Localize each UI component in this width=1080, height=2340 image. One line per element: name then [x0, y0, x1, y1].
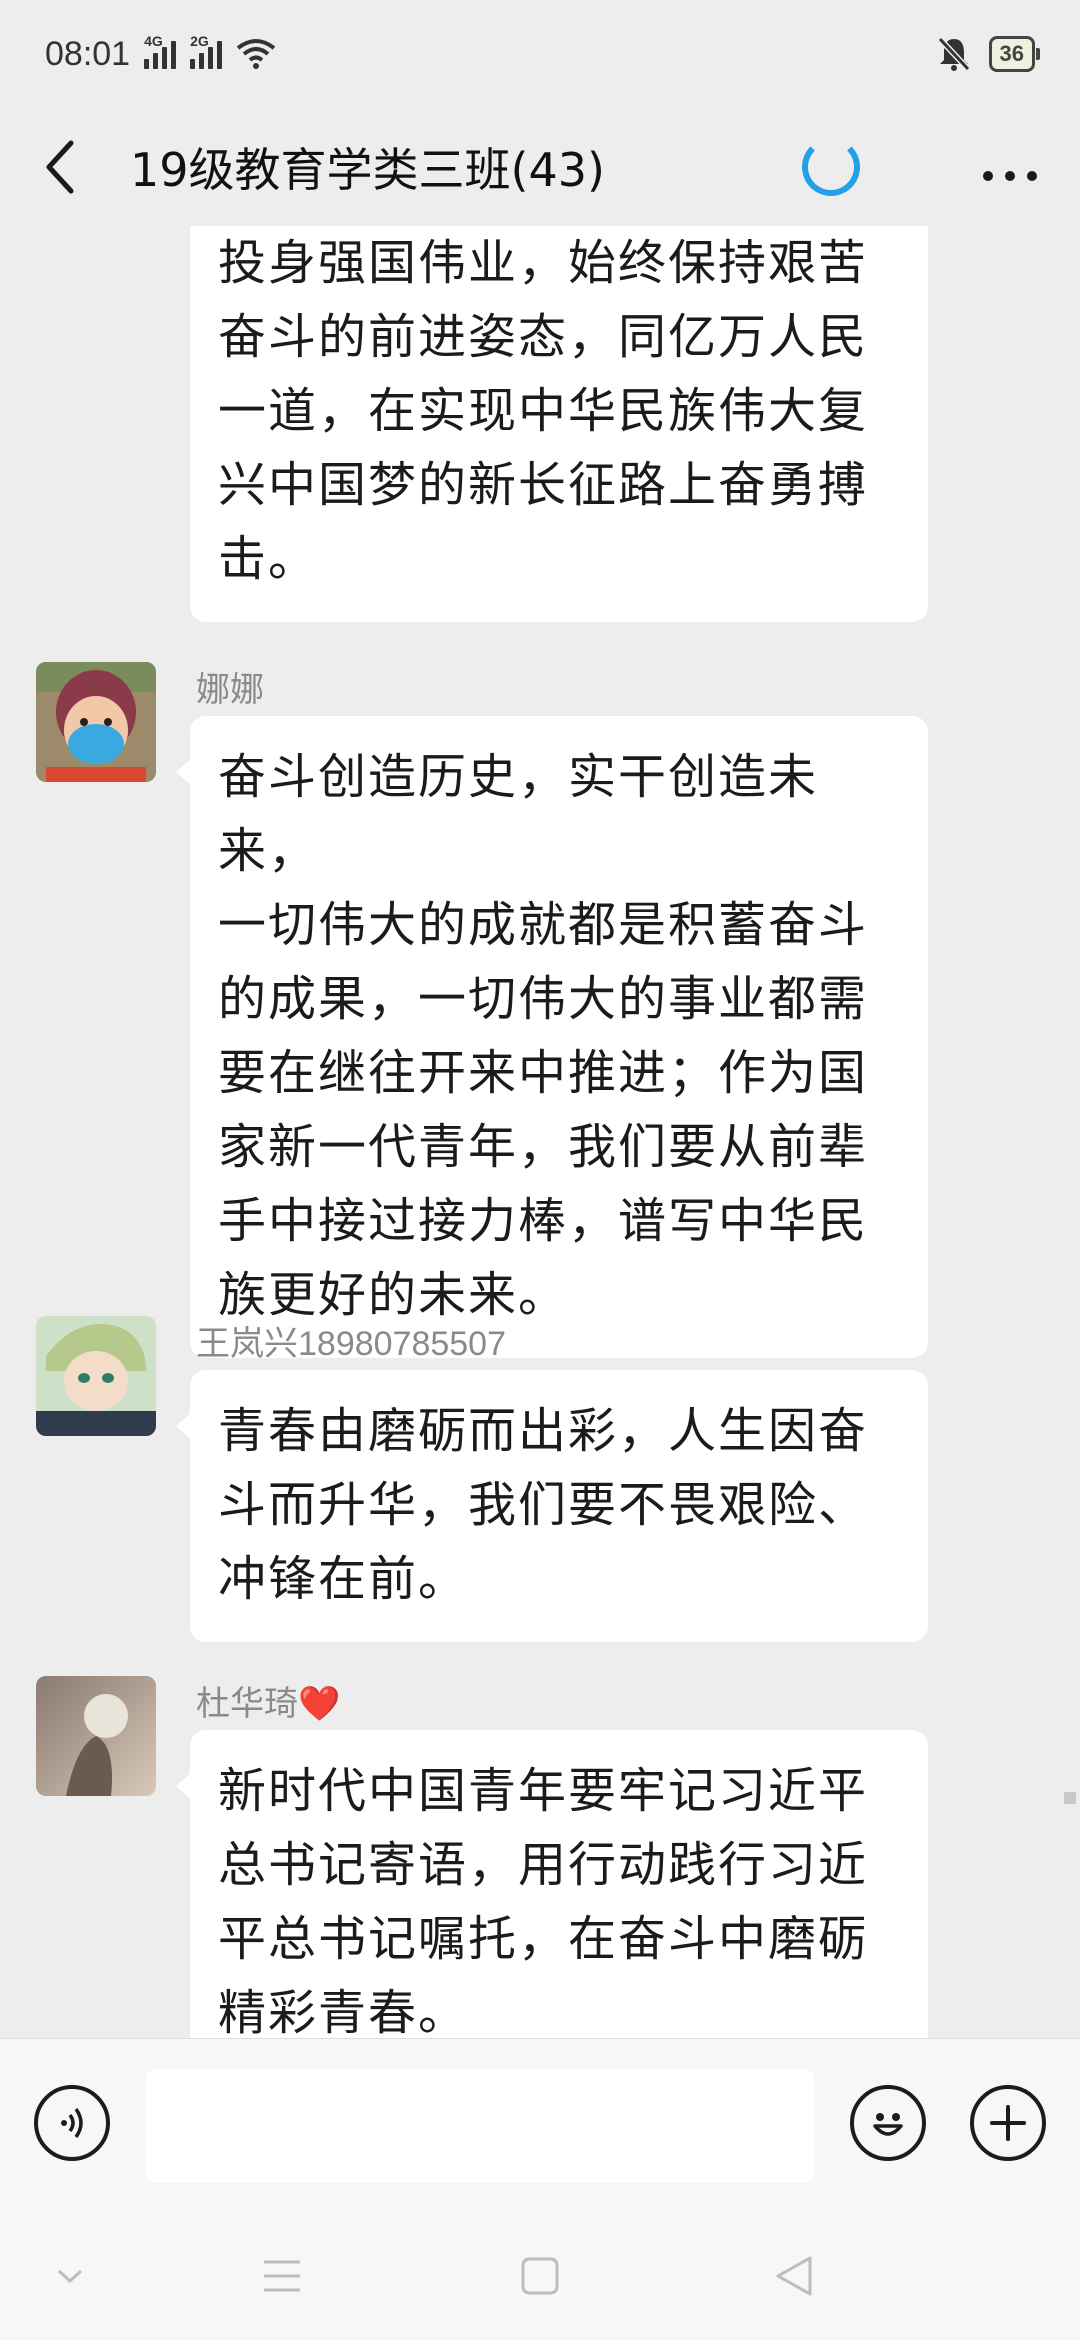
chevron-down-icon[interactable]: [50, 2248, 90, 2304]
message-line: 精彩青春。: [218, 1985, 469, 2038]
message-line: 投身强国伟业，始终保持艰苦: [218, 235, 869, 291]
signal-4g-icon: 4G: [144, 33, 177, 69]
back-arrow-icon[interactable]: [30, 137, 90, 197]
chat-message-list[interactable]: 投身强国伟业，始终保持艰苦 奋斗的前进姿态，同亿万人民 一道，在实现中华民族伟大…: [0, 226, 1080, 2038]
message-bubble[interactable]: 投身强国伟业，始终保持艰苦 奋斗的前进姿态，同亿万人民 一道，在实现中华民族伟大…: [190, 226, 928, 622]
chat-header: 19级教育学类三班(43): [0, 108, 1080, 226]
mute-bell-icon: [937, 36, 970, 72]
avatar[interactable]: [36, 662, 156, 782]
message-line: 击。: [218, 531, 319, 587]
avatar[interactable]: [36, 1676, 156, 1796]
message-line: 平总书记嘱托，在奋斗中磨砺: [218, 1911, 869, 1967]
more-options-icon[interactable]: [980, 142, 1040, 192]
message-line: 的成果，一切伟大的事业都需: [218, 971, 869, 1027]
message-line: 青春由磨砺而出彩，人生因奋: [218, 1403, 869, 1459]
plus-icon[interactable]: [970, 2085, 1046, 2161]
message-bubble[interactable]: 新时代中国青年要牢记习近平 总书记寄语，用行动践行习近 平总书记嘱托，在奋斗中磨…: [176, 1730, 928, 2038]
sender-name: 王岚兴18980785507: [196, 1325, 507, 1363]
battery-indicator: 36: [988, 36, 1041, 72]
message-line: 奋斗的前进姿态，同亿万人民: [218, 309, 869, 365]
voice-icon[interactable]: [34, 2085, 110, 2161]
sender-name: 娜娜: [196, 671, 264, 709]
emoji-icon[interactable]: [850, 2085, 926, 2161]
message-line: 奋斗创造历史，实干创造未来，: [218, 749, 819, 879]
message-line: 手中接过接力棒，谱写中华民: [218, 1193, 869, 1249]
page-title: 19级教育学类三班(43): [130, 143, 605, 197]
message-line: 一切伟大的成就都是积蓄奋斗: [218, 897, 869, 953]
message-line: 要在继往开来中推进；作为国: [218, 1045, 869, 1101]
system-navigation-bar: [0, 2210, 1080, 2340]
status-time: 08:01: [45, 34, 131, 73]
loading-spinner-icon: [802, 138, 860, 196]
home-icon[interactable]: [520, 2248, 560, 2304]
message-line: 兴中国梦的新长征路上奋勇搏: [218, 457, 869, 513]
message-line: 一道，在实现中华民族伟大复: [218, 383, 869, 439]
sender-name: 杜华琦❤️: [196, 1685, 341, 1723]
message-line: 家新一代青年，我们要从前辈: [218, 1119, 869, 1175]
message-line: 斗而升华，我们要不畏艰险、: [218, 1477, 869, 1533]
message-input-bar: [0, 2038, 1080, 2210]
message-line: 新时代中国青年要牢记习近平: [218, 1763, 869, 1819]
status-bar: 08:01 4G 2G 36: [0, 0, 1080, 108]
back-triangle-icon[interactable]: [774, 2248, 814, 2304]
menu-icon[interactable]: [262, 2248, 302, 2304]
message-line: 冲锋在前。: [218, 1551, 469, 1607]
message-input[interactable]: [146, 2069, 814, 2183]
scroll-indicator[interactable]: [1064, 1792, 1076, 1804]
message-bubble[interactable]: 青春由磨砺而出彩，人生因奋 斗而升华，我们要不畏艰险、 冲锋在前。: [176, 1370, 928, 1642]
avatar[interactable]: [36, 1316, 156, 1436]
message-bubble[interactable]: 奋斗创造历史，实干创造未来， 一切伟大的成就都是积蓄奋斗 的成果，一切伟大的事业…: [176, 716, 928, 1358]
signal-2g-icon: 2G: [190, 33, 223, 69]
message-line: 总书记寄语，用行动践行习近: [218, 1837, 869, 1893]
wifi-icon: [236, 39, 276, 69]
